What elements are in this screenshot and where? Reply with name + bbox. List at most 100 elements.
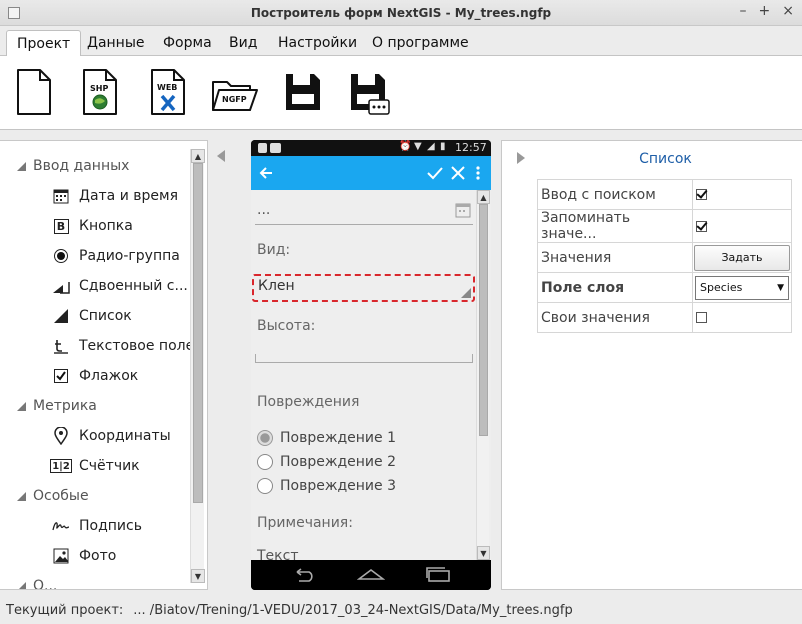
scroll-down-icon[interactable]: ▼ (191, 569, 205, 583)
web-file-icon (151, 69, 185, 115)
toolbar-separator (0, 130, 802, 140)
android-statusbar: ⏰ ▼ ◢ ▮ 12:57 (251, 140, 491, 156)
window-titlebar: Построитель форм NextGIS - My_trees.ngfp… (0, 0, 802, 26)
prop-row-values: Значения Задать (537, 242, 792, 273)
save-as-button[interactable] (348, 68, 392, 116)
tree-item-datetime[interactable]: Дата и время (52, 181, 178, 211)
radio-damage-2[interactable]: Повреждение 2 (257, 454, 396, 470)
notes-text-input[interactable]: Текст (257, 548, 298, 560)
scroll-up-icon[interactable]: ▲ (477, 190, 490, 204)
back-arrow-icon[interactable] (259, 166, 273, 180)
radio-damage-3[interactable]: Повреждение 3 (257, 478, 396, 494)
collapse-left-panel-icon[interactable] (216, 149, 226, 163)
tree-item-button[interactable]: B Кнопка (52, 211, 133, 241)
tab-about[interactable]: О программе (362, 30, 479, 56)
tab-settings[interactable]: Настройки (268, 30, 367, 56)
calendar-icon (52, 187, 70, 205)
prop-row-layer-field: Поле слоя Species ▼ (537, 272, 792, 303)
overflow-menu-icon[interactable] (475, 165, 481, 181)
form-scrollbar[interactable]: ▲ ▼ (476, 190, 490, 560)
species-label: Вид: (257, 242, 291, 258)
scroll-down-icon[interactable]: ▼ (477, 546, 490, 560)
radio-damage-1[interactable]: Повреждение 1 (257, 430, 396, 446)
tree-item-counter[interactable]: 1|2 Счётчик (50, 451, 140, 481)
prop-row-search: Ввод с поиском (537, 179, 792, 210)
date-calendar-icon (455, 203, 471, 218)
android-navbar (251, 560, 491, 590)
ngfp-folder-icon (212, 81, 258, 111)
maximize-button[interactable]: + (759, 3, 771, 19)
tree-group-metrics[interactable]: Метрика (16, 391, 97, 421)
form-appbar (251, 156, 491, 190)
minimize-button[interactable]: – (740, 3, 747, 19)
tree-group-data-input[interactable]: Ввод данных (16, 151, 129, 181)
selected-species-combobox[interactable]: Клен (252, 274, 475, 302)
properties-panel: Список Ввод с поиском Запоминать значе..… (501, 140, 802, 590)
tab-project[interactable]: Проект (6, 30, 82, 57)
menu-tabs: Проект Данные Форма Вид Настройки О прог… (0, 26, 802, 57)
new-project-button[interactable] (14, 68, 58, 116)
alarm-icon: ⏰ (399, 141, 412, 152)
status-bar: Текущий проект: ... /Biatov/Trening/1-VE… (0, 597, 802, 624)
signature-icon (52, 517, 70, 535)
height-input[interactable] (255, 330, 473, 362)
layer-field-select[interactable]: Species ▼ (695, 275, 789, 300)
scroll-up-icon[interactable]: ▲ (191, 149, 205, 163)
phone-preview: ⏰ ▼ ◢ ▮ 12:57 ... Вид: Клен Высота: Повр… (251, 140, 491, 590)
app-icon (8, 7, 20, 19)
web-badge: WEB (157, 83, 178, 92)
expand-arrow-icon (19, 582, 26, 589)
tree-item-combobox[interactable]: Список (52, 301, 132, 331)
expand-arrow-icon (17, 492, 26, 501)
tree-group-special[interactable]: Особые (16, 481, 89, 511)
nav-home-icon[interactable] (357, 567, 385, 581)
tree-group-other[interactable]: О... (16, 571, 57, 589)
prop-row-remember: Запоминать значе... (537, 209, 792, 243)
expand-arrow-icon (17, 162, 26, 171)
counter-icon: 1|2 (50, 459, 72, 473)
radio-widget-icon (52, 247, 70, 265)
properties-title: Список (639, 151, 692, 167)
tree-item-checkbox[interactable]: Флажок (52, 361, 138, 391)
date-field-value[interactable]: ... (257, 202, 270, 218)
current-project-label: Текущий проект: (6, 603, 124, 618)
tab-form[interactable]: Форма (153, 30, 222, 56)
status-time: 12:57 (455, 141, 487, 154)
open-ngfp-button[interactable]: NGFP (210, 68, 260, 116)
close-button[interactable]: × (782, 3, 794, 19)
save-button[interactable] (283, 68, 327, 116)
cancel-close-icon[interactable] (451, 166, 465, 180)
tree-scrollbar[interactable]: ▲ ▼ (190, 149, 205, 583)
tree-item-signature[interactable]: Подпись (52, 511, 142, 541)
notification-icons (258, 143, 281, 153)
tab-data[interactable]: Данные (77, 30, 155, 56)
open-web-button[interactable]: WEB (148, 68, 192, 116)
confirm-check-icon[interactable] (427, 166, 443, 180)
save-icon (286, 74, 320, 110)
remember-checkbox[interactable] (696, 220, 707, 232)
form-canvas: ... Вид: Клен Высота: Повреждения Повреж… (251, 190, 491, 560)
set-values-button[interactable]: Задать (694, 244, 790, 271)
prop-row-own-values: Свои значения (537, 302, 792, 333)
tree-item-textedit[interactable]: Текстовое поле (52, 331, 194, 361)
search-checkbox[interactable] (696, 189, 707, 200)
photo-icon (52, 547, 70, 565)
tree-item-coordinates[interactable]: Координаты (52, 421, 171, 451)
open-shp-button[interactable]: SHP (80, 68, 124, 116)
nav-back-icon[interactable] (291, 568, 317, 582)
tree-item-photo[interactable]: Фото (52, 541, 116, 571)
own-values-checkbox[interactable] (696, 312, 707, 323)
nav-recents-icon[interactable] (425, 566, 451, 582)
signal-icon: ◢ (427, 141, 435, 152)
form-scrollbar-thumb[interactable] (479, 204, 488, 436)
expand-arrow-icon (17, 402, 26, 411)
combo-corner-icon (461, 288, 471, 298)
tree-item-radiogroup[interactable]: Радио-группа (52, 241, 180, 271)
tab-view[interactable]: Вид (219, 30, 267, 56)
combobox-icon (52, 307, 70, 325)
elements-tree-panel: Ввод данных Дата и время B Кнопка Радио-… (0, 140, 208, 590)
tree-item-double-combo[interactable]: Сдвоенный с... (52, 271, 188, 301)
text-field-icon (52, 337, 70, 355)
tree-scrollbar-thumb[interactable] (193, 163, 203, 503)
battery-icon: ▮ (440, 141, 446, 152)
